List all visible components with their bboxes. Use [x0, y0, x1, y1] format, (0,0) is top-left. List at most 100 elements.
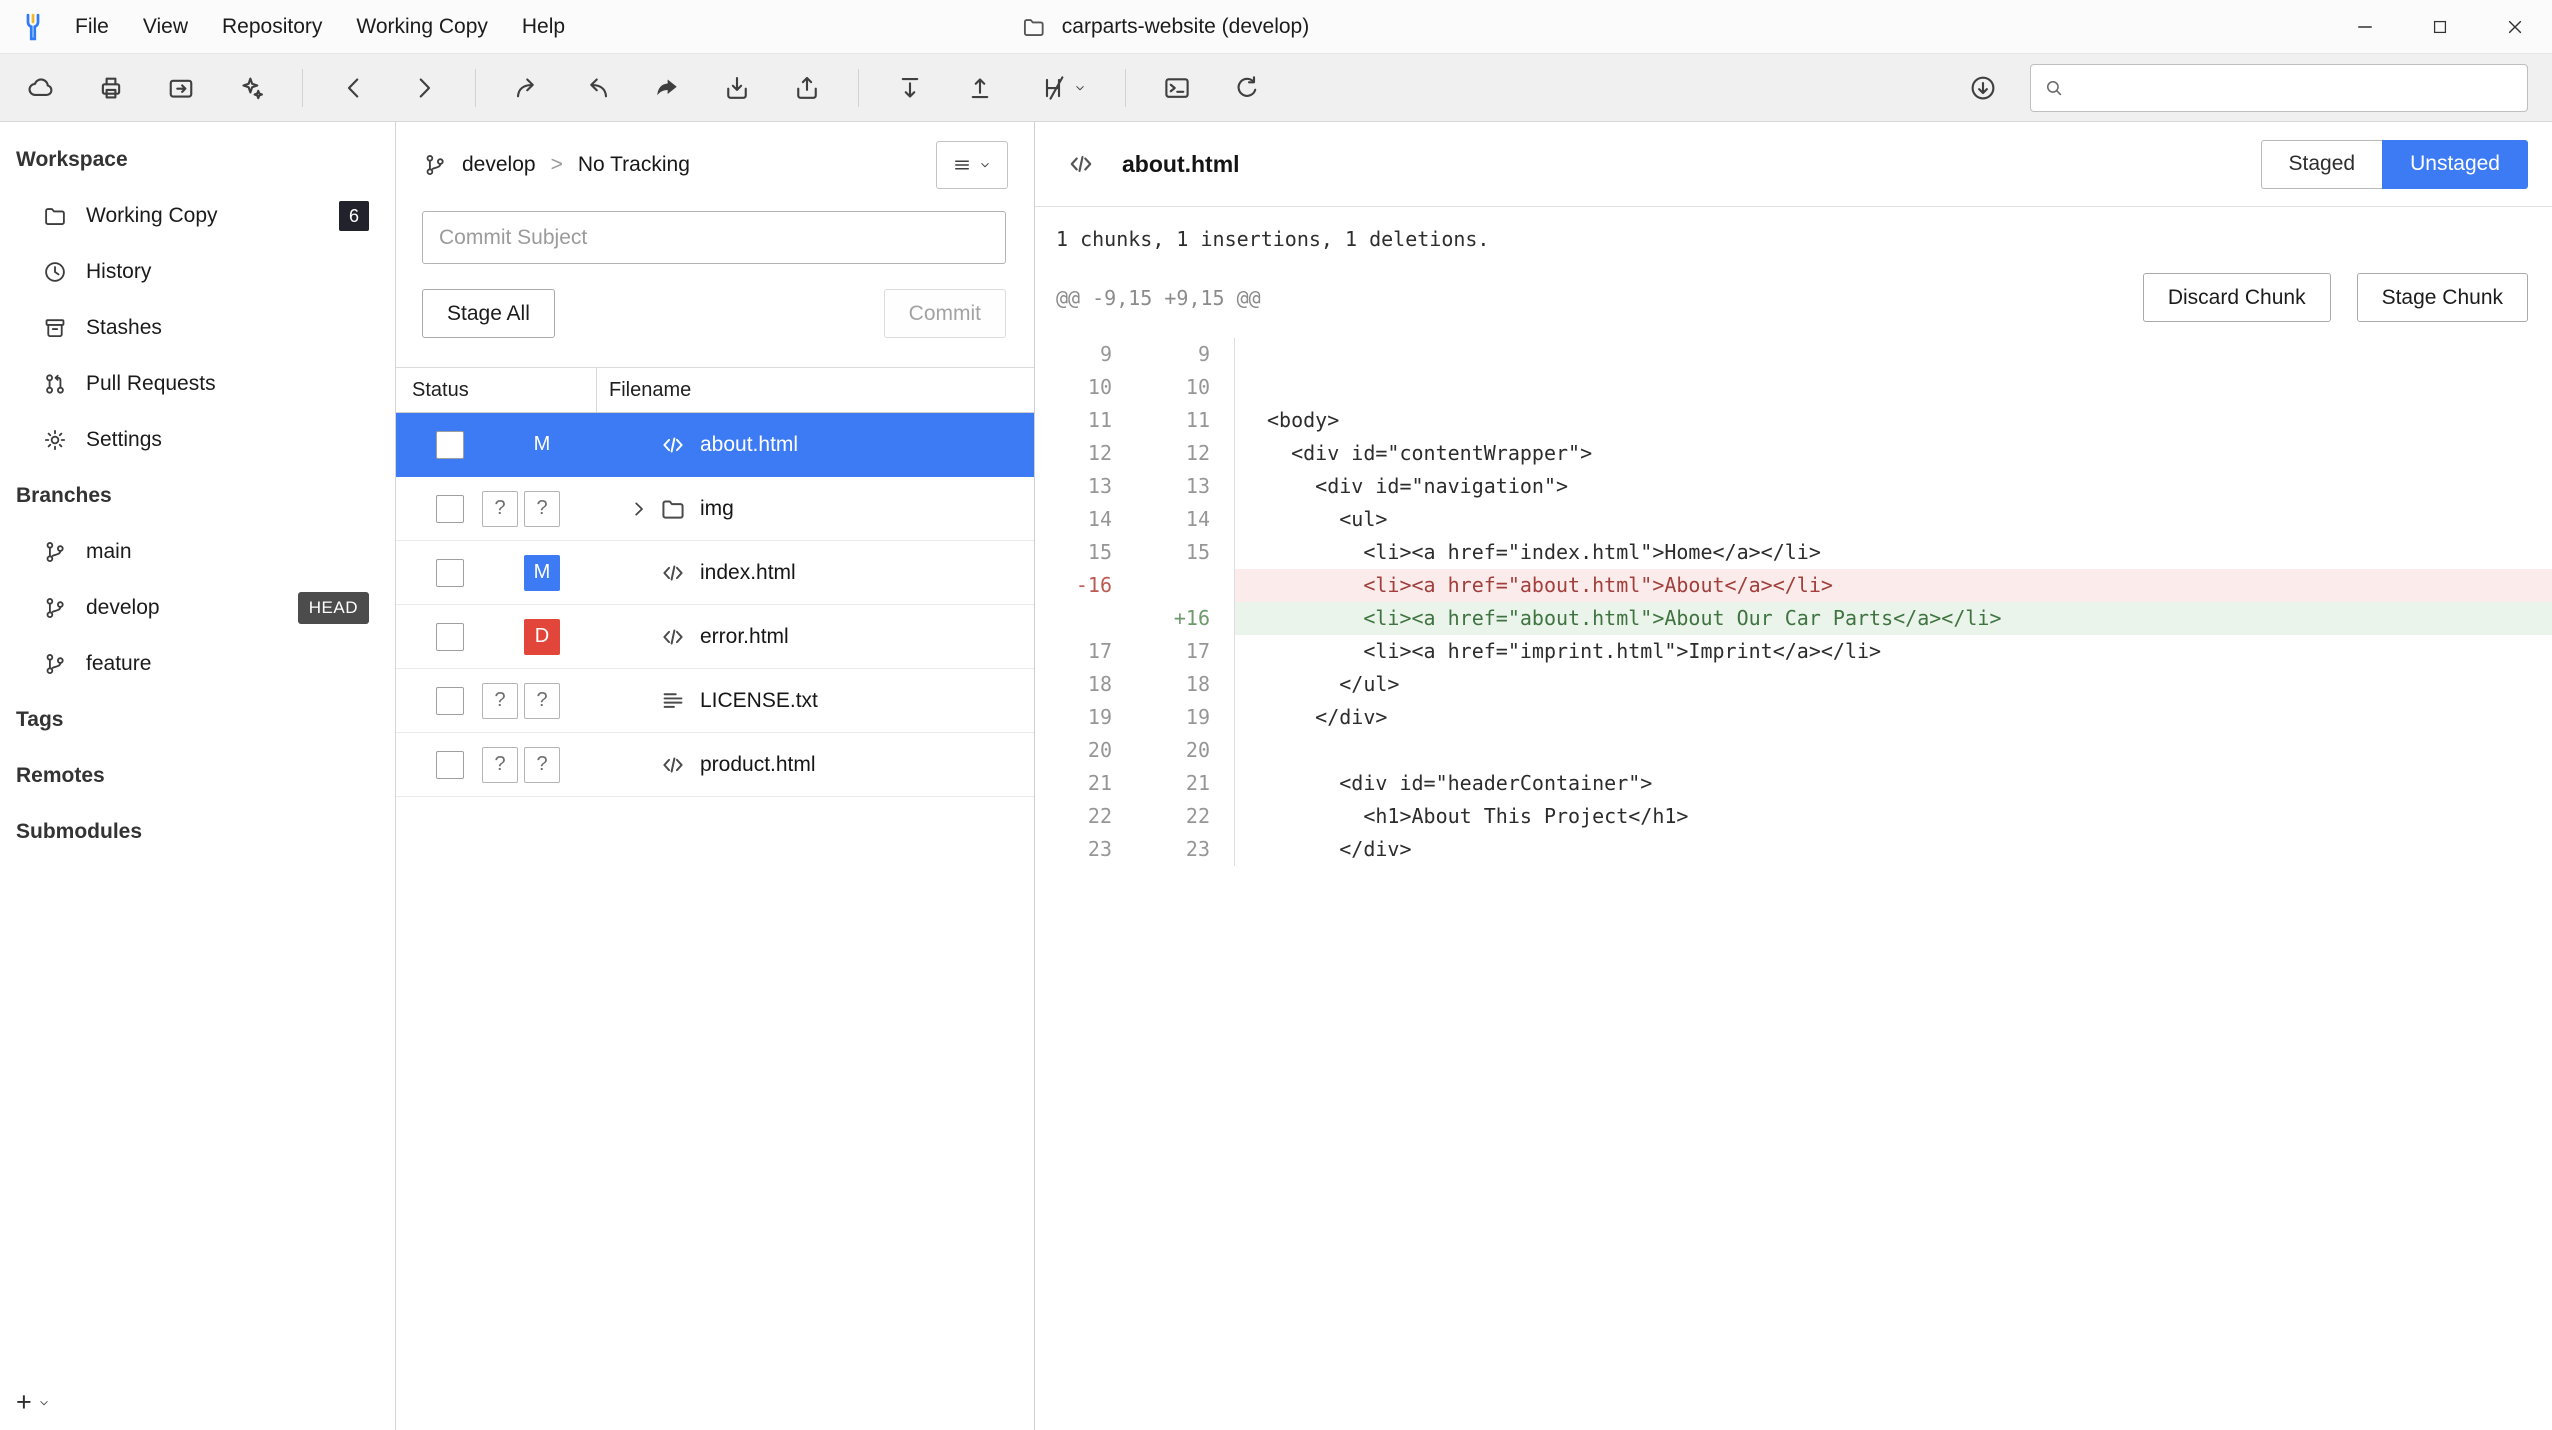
code-file-icon	[659, 751, 687, 779]
file-row-img[interactable]: ?? img	[396, 477, 1034, 541]
code-text	[1235, 734, 2552, 767]
diff-line-context: 1212 <div id="contentWrapper">	[1035, 437, 2552, 470]
search-box[interactable]	[2030, 64, 2528, 112]
file-row-index-html[interactable]: Mindex.html	[396, 541, 1034, 605]
status-cell: ??	[396, 491, 597, 527]
search-icon	[2043, 77, 2065, 99]
column-status[interactable]: Status	[396, 368, 597, 412]
close-button[interactable]	[2477, 0, 2552, 53]
menu-file[interactable]: File	[58, 0, 126, 53]
commit-button[interactable]: Commit	[884, 289, 1006, 338]
file-row-about-html[interactable]: Mabout.html	[396, 413, 1034, 477]
toolbar-print-button[interactable]	[80, 60, 142, 116]
share-icon	[512, 73, 542, 103]
window-title: carparts-website (develop)	[1021, 14, 1309, 40]
stage-checkbox[interactable]	[436, 623, 464, 651]
toolbar-send-button[interactable]	[636, 60, 698, 116]
commit-subject-input[interactable]	[422, 211, 1006, 264]
stage-checkbox[interactable]	[436, 559, 464, 587]
line-number-gutter: 1919	[1035, 701, 1235, 734]
toolbar-repo-open-button[interactable]	[150, 60, 212, 116]
code-text: <li><a href="about.html">About</a></li>	[1235, 569, 2552, 602]
column-filename[interactable]: Filename	[597, 368, 691, 412]
sidebar-section-tags[interactable]: Tags	[0, 692, 395, 748]
status-slot-staged: ?	[482, 683, 518, 719]
filename-label: img	[700, 497, 734, 521]
menu-working-copy[interactable]: Working Copy	[339, 0, 505, 53]
add-repository-button[interactable]: +	[16, 1387, 51, 1418]
tab-unstaged[interactable]: Unstaged	[2382, 140, 2528, 189]
sidebar-section-remotes[interactable]: Remotes	[0, 748, 395, 804]
stage-all-button[interactable]: Stage All	[422, 289, 555, 338]
toolbar-reply-button[interactable]	[566, 60, 628, 116]
line-number-gutter: 1414	[1035, 503, 1235, 536]
file-row-license-txt[interactable]: ??LICENSE.txt	[396, 669, 1034, 733]
stage-checkbox[interactable]	[436, 687, 464, 715]
minimize-button[interactable]	[2327, 0, 2402, 53]
toolbar-separator	[1125, 69, 1126, 107]
sidebar-item-pull-requests[interactable]: Pull Requests	[0, 356, 395, 412]
chevron-spacer	[627, 624, 659, 650]
tab-staged[interactable]: Staged	[2261, 140, 2383, 189]
branch-header: develop > No Tracking	[396, 122, 1034, 207]
sidebar-item-settings[interactable]: Settings	[0, 412, 395, 468]
filename-label: product.html	[700, 753, 816, 777]
sidebar-item-develop[interactable]: developHEAD	[0, 580, 395, 636]
toolbar-nav-forward-button[interactable]	[393, 60, 455, 116]
add-repository-label: +	[16, 1387, 32, 1418]
toolbar-pull-button[interactable]	[879, 60, 941, 116]
sidebar-section-branches[interactable]: Branches	[0, 468, 395, 524]
discard-chunk-button[interactable]: Discard Chunk	[2143, 273, 2331, 322]
sidebar-item-stashes[interactable]: Stashes	[0, 300, 395, 356]
maximize-button[interactable]	[2402, 0, 2477, 53]
toolbar-gitflow-button[interactable]	[1019, 60, 1105, 116]
menu-lines-icon	[952, 155, 972, 175]
menu-help[interactable]: Help	[505, 0, 582, 53]
toolbar-cloud-button[interactable]	[10, 60, 72, 116]
stage-chunk-button[interactable]: Stage Chunk	[2357, 273, 2528, 322]
sidebar-item-main[interactable]: main	[0, 524, 395, 580]
commit-actions: Stage All Commit	[422, 289, 1006, 338]
status-slot-unstaged: ?	[524, 491, 560, 527]
stage-checkbox[interactable]	[436, 751, 464, 779]
line-number-gutter: 1212	[1035, 437, 1235, 470]
sidebar-section-workspace[interactable]: Workspace	[0, 132, 395, 188]
toolbar-sparkles-button[interactable]	[220, 60, 282, 116]
menu-repository[interactable]: Repository	[205, 0, 339, 53]
filename-label: about.html	[700, 433, 798, 457]
titlebar: FileViewRepositoryWorking CopyHelp carpa…	[0, 0, 2552, 54]
toolbar-push-button[interactable]	[949, 60, 1011, 116]
diff-file-title: about.html	[1122, 151, 1240, 178]
code-file-icon	[659, 623, 687, 651]
old-line-number: 15	[1035, 536, 1112, 569]
diff-line-context: 1313 <div id="navigation">	[1035, 470, 2552, 503]
stage-checkbox[interactable]	[436, 495, 464, 523]
current-branch-label[interactable]: develop	[462, 153, 536, 177]
search-input[interactable]	[2075, 76, 2515, 99]
expand-chevron-icon[interactable]	[627, 496, 659, 522]
sidebar-item-history[interactable]: History	[0, 244, 395, 300]
minimize-icon	[2355, 17, 2375, 37]
toolbar-stash-save-button[interactable]	[706, 60, 768, 116]
file-row-error-html[interactable]: Derror.html	[396, 605, 1034, 669]
toolbar-nav-back-button[interactable]	[323, 60, 385, 116]
sidebar-item-working-copy[interactable]: Working Copy6	[0, 188, 395, 244]
app-logo-icon	[18, 12, 48, 42]
branch-options-button[interactable]	[936, 141, 1008, 189]
toolbar-stash-pop-button[interactable]	[776, 60, 838, 116]
sidebar-section-submodules[interactable]: Submodules	[0, 804, 395, 860]
diff-line-context: 1717 <li><a href="imprint.html">Imprint<…	[1035, 635, 2552, 668]
stage-checkbox[interactable]	[436, 431, 464, 459]
diff-line-context: 2323 </div>	[1035, 833, 2552, 866]
toolbar-share-button[interactable]	[496, 60, 558, 116]
filename-label: index.html	[700, 561, 796, 585]
toolbar-refresh-button[interactable]	[1216, 60, 1278, 116]
gitflow-icon	[1038, 73, 1068, 103]
sidebar-item-feature[interactable]: feature	[0, 636, 395, 692]
menu-view[interactable]: View	[126, 0, 205, 53]
tracking-label[interactable]: No Tracking	[578, 153, 690, 177]
toolbar-terminal-button[interactable]	[1146, 60, 1208, 116]
status-badge-selected: M	[524, 427, 560, 463]
fetch-button[interactable]	[1952, 60, 2014, 116]
file-row-product-html[interactable]: ??product.html	[396, 733, 1034, 797]
